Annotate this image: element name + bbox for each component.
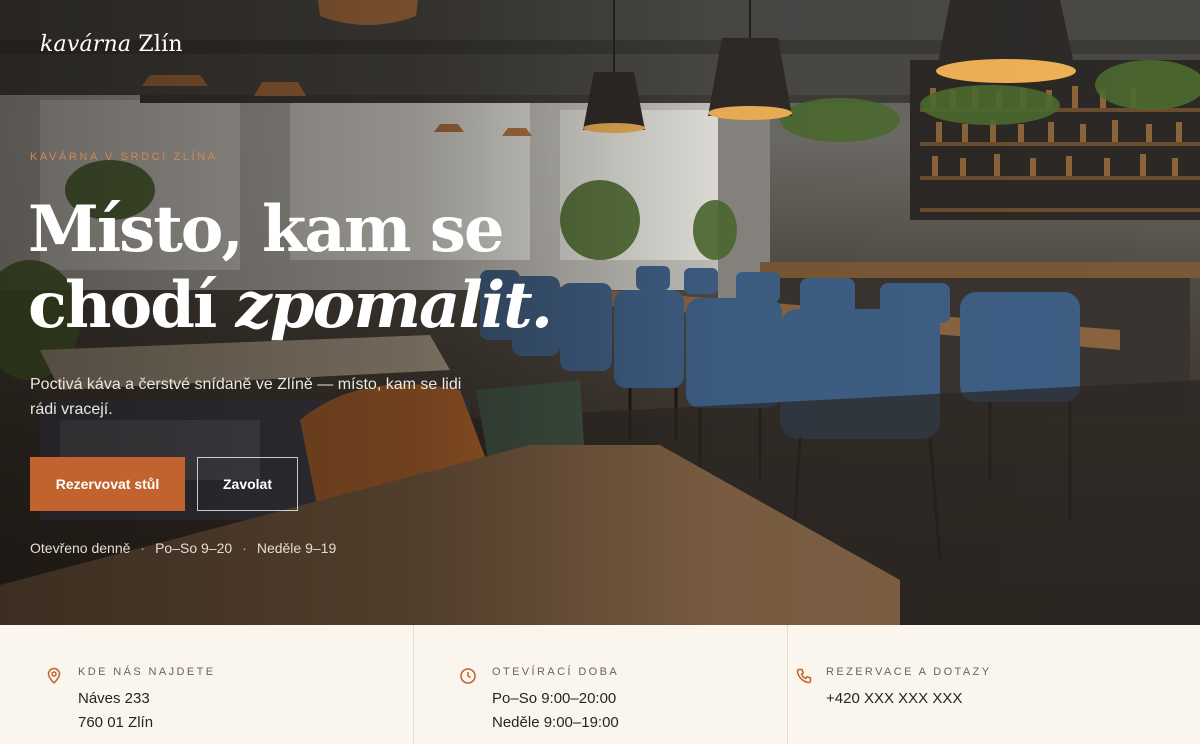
contact-title: Rezervace a dotazy: [826, 666, 992, 678]
hours-separator: ·: [242, 540, 247, 556]
brand-name-italic: kavárna: [40, 32, 132, 57]
hero-opening-hours: Otevřeno denně · Po–So 9–20 · Neděle 9–1…: [30, 540, 336, 556]
hours-sunday: Neděle 9–19: [256, 540, 337, 556]
hero-headline: Místo, kam se chodí zpomalit.: [28, 192, 553, 344]
phone-icon: [796, 668, 812, 684]
hours-separator: ·: [140, 540, 146, 556]
brand-name-regular: Zlín: [138, 32, 183, 57]
info-contact: Rezervace a dotazy +420 XXX XXX XXX: [788, 625, 1200, 744]
info-strip: Kde nás najdete Náves 233 760 01 Zlín Ot…: [0, 625, 1200, 744]
hours-weekday: Po–So 9–20: [155, 540, 233, 556]
clock-icon: [460, 668, 476, 684]
call-button[interactable]: Zavolat: [197, 457, 298, 511]
brand-logo[interactable]: kavárna Zlín: [40, 32, 183, 57]
location-title: Kde nás najdete: [78, 666, 216, 678]
hours-title: Otevírací doba: [492, 666, 620, 678]
hero-eyebrow: Kavárna v srdci Zlína: [30, 151, 218, 163]
address-street: Náves 233: [78, 690, 150, 707]
hours-weekday-line: Po–So 9:00–20:00: [492, 690, 617, 707]
hero: kavárna Zlín Kavárna v srdci Zlína Místo…: [0, 0, 1200, 625]
reserve-table-button[interactable]: Rezervovat stůl: [30, 457, 185, 511]
headline-line-2: chodí: [28, 268, 217, 343]
hero-lead: Poctivá káva a čerstvé snídaně ve Zlíně …: [30, 376, 462, 418]
hours-open-daily: Otevřeno denně: [30, 540, 131, 556]
address-city: 760 01 Zlín: [78, 714, 154, 731]
headline-line-1: Místo, kam se: [28, 192, 505, 267]
phone-number[interactable]: +420 XXX XXX XXX: [826, 690, 962, 707]
info-location: Kde nás najdete Náves 233 760 01 Zlín: [0, 625, 414, 744]
map-pin-icon: [47, 667, 61, 685]
hours-sunday-line: Neděle 9:00–19:00: [492, 714, 619, 731]
headline-emphasis: zpomalit.: [235, 268, 553, 343]
info-hours: Otevírací doba Po–So 9:00–20:00 Neděle 9…: [414, 625, 788, 744]
